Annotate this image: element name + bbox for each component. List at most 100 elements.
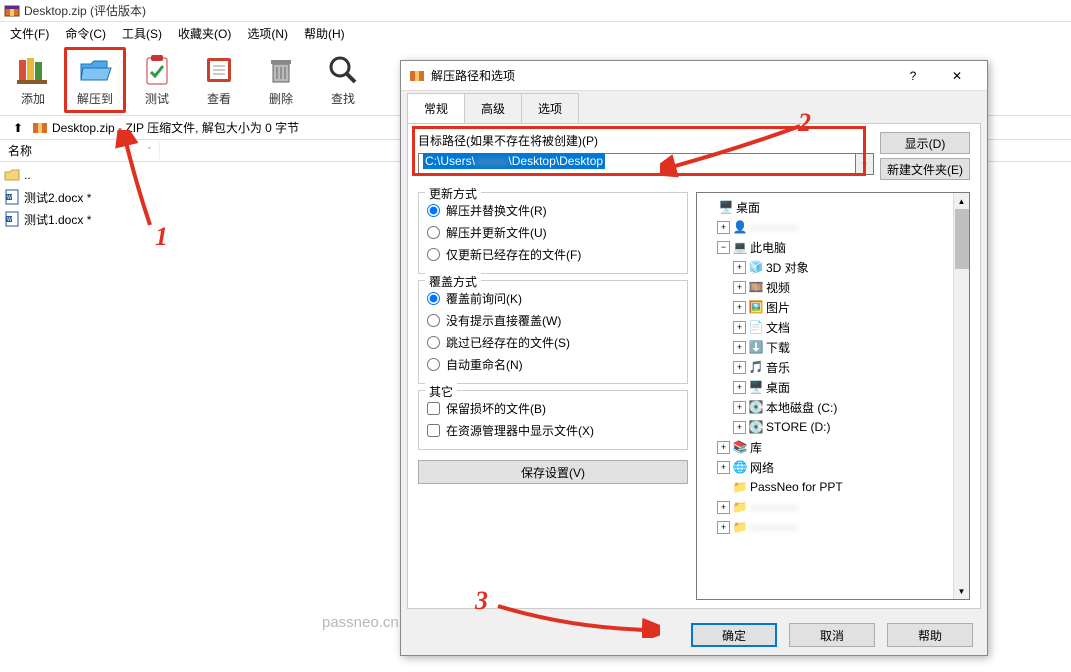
tool-find[interactable]: 查找 [312, 47, 374, 113]
tree-downloads[interactable]: +⬇️下载 [701, 337, 949, 357]
radio-ask-before[interactable]: 覆盖前询问(K) [427, 287, 679, 309]
expand-icon[interactable]: + [733, 261, 746, 274]
tool-test-label: 测试 [145, 90, 169, 107]
trash-icon [263, 52, 299, 88]
expand-icon[interactable]: + [717, 461, 730, 474]
check-show-explorer[interactable]: 在资源管理器中显示文件(X) [427, 419, 679, 441]
tree-network[interactable]: +🌐网络 [701, 457, 949, 477]
menu-fav[interactable]: 收藏夹(O) [172, 23, 237, 44]
document-icon: 📄 [748, 319, 764, 335]
expand-icon[interactable]: + [733, 341, 746, 354]
download-icon: ⬇️ [748, 339, 764, 355]
menu-file[interactable]: 文件(F) [4, 23, 55, 44]
tree-docs[interactable]: +📄文档 [701, 317, 949, 337]
show-button[interactable]: 显示(D) [880, 132, 970, 154]
expand-icon[interactable]: + [717, 521, 730, 534]
col-name-label: 名称 [8, 142, 32, 159]
tree-body[interactable]: 🖥️桌面 +👤———— −💻此电脑 +🧊3D 对象 +🎞️视频 +🖼️图片 +📄… [697, 193, 953, 599]
menu-tool[interactable]: 工具(S) [116, 23, 168, 44]
radio-extract-update[interactable]: 解压并更新文件(U) [427, 221, 679, 243]
library-icon: 📚 [732, 439, 748, 455]
expand-icon[interactable]: + [733, 361, 746, 374]
expand-icon[interactable]: + [717, 501, 730, 514]
path-dropdown-button[interactable]: ▾ [856, 153, 874, 175]
tool-extract-label: 解压到 [77, 90, 113, 107]
tree-pictures[interactable]: +🖼️图片 [701, 297, 949, 317]
tree-localc[interactable]: +💽本地磁盘 (C:) [701, 397, 949, 417]
col-name[interactable]: 名称 ˇ [0, 142, 160, 159]
tree-item-blur[interactable]: +📁———— [701, 517, 949, 537]
expand-icon[interactable]: + [717, 441, 730, 454]
help-button[interactable]: 帮助 [887, 623, 973, 647]
tree-3dobjects[interactable]: +🧊3D 对象 [701, 257, 949, 277]
dialog-footer: 确定 取消 帮助 [401, 615, 987, 655]
tree-music[interactable]: +🎵音乐 [701, 357, 949, 377]
radio-extract-replace[interactable]: 解压并替换文件(R) [427, 199, 679, 221]
tool-add[interactable]: 添加 [2, 47, 64, 113]
tool-add-label: 添加 [21, 90, 45, 107]
expand-icon[interactable]: + [733, 281, 746, 294]
tree-passneo[interactable]: 📁PassNeo for PPT [701, 477, 949, 497]
path-text: Desktop.zip - ZIP 压缩文件, 解包大小为 0 字节 [52, 119, 299, 136]
radio-skip-existing[interactable]: 跳过已经存在的文件(S) [427, 331, 679, 353]
tool-test[interactable]: 测试 [126, 47, 188, 113]
tool-extract[interactable]: 解压到 [64, 47, 126, 113]
window-title: Desktop.zip (评估版本) [24, 2, 146, 19]
tree-scrollbar[interactable]: ▲ ▼ [953, 193, 969, 599]
save-settings-button[interactable]: 保存设置(V) [418, 460, 688, 484]
ok-button[interactable]: 确定 [691, 623, 777, 647]
target-path-input[interactable]: C:\Users\aaaaa\Desktop\Desktop [418, 153, 856, 175]
expand-icon[interactable]: + [733, 421, 746, 434]
cube-icon: 🧊 [748, 259, 764, 275]
tab-row: 常规 高级 选项 [401, 91, 987, 123]
pc-icon: 💻 [732, 239, 748, 255]
close-button[interactable]: ✕ [935, 62, 979, 90]
archive-icon [32, 120, 48, 136]
file-name: .. [24, 168, 31, 182]
expand-icon[interactable]: + [733, 301, 746, 314]
menu-help[interactable]: 帮助(H) [298, 23, 351, 44]
collapse-icon[interactable]: − [717, 241, 730, 254]
tool-find-label: 查找 [331, 90, 355, 107]
tree-user[interactable]: +👤———— [701, 217, 949, 237]
cancel-button[interactable]: 取消 [789, 623, 875, 647]
dialog-title: 解压路径和选项 [431, 67, 891, 84]
tree-desktop2[interactable]: +🖥️桌面 [701, 377, 949, 397]
check-keep-broken[interactable]: 保留损坏的文件(B) [427, 397, 679, 419]
help-button[interactable]: ? [891, 62, 935, 90]
tree-thispc[interactable]: −💻此电脑 [701, 237, 949, 257]
expand-icon[interactable]: + [733, 381, 746, 394]
new-folder-button[interactable]: 新建文件夹(E) [880, 158, 970, 180]
radio-no-prompt[interactable]: 没有提示直接覆盖(W) [427, 309, 679, 331]
tab-options[interactable]: 选项 [521, 93, 579, 123]
tree-item-blur[interactable]: +📁———— [701, 497, 949, 517]
up-icon[interactable]: ⬆ [4, 121, 32, 135]
expand-icon[interactable]: + [717, 221, 730, 234]
music-icon: 🎵 [748, 359, 764, 375]
radio-update-existing[interactable]: 仅更新已经存在的文件(F) [427, 243, 679, 265]
tree-lib[interactable]: +📚库 [701, 437, 949, 457]
books-icon [15, 52, 51, 88]
tool-delete[interactable]: 删除 [250, 47, 312, 113]
scroll-down-icon[interactable]: ▼ [954, 583, 969, 599]
group-title: 覆盖方式 [425, 273, 481, 290]
tool-view[interactable]: 查看 [188, 47, 250, 113]
scroll-thumb[interactable] [955, 209, 969, 269]
folder-icon: 📁 [732, 479, 748, 495]
scroll-up-icon[interactable]: ▲ [954, 193, 969, 209]
expand-icon[interactable]: + [733, 321, 746, 334]
book-icon [201, 52, 237, 88]
radio-auto-rename[interactable]: 自动重命名(N) [427, 353, 679, 375]
tab-general[interactable]: 常规 [407, 93, 465, 123]
winrar-icon [409, 68, 425, 84]
tree-desktop[interactable]: 🖥️桌面 [701, 197, 949, 217]
tree-videos[interactable]: +🎞️视频 [701, 277, 949, 297]
group-title: 其它 [425, 383, 457, 400]
clipboard-check-icon [139, 52, 175, 88]
tab-advanced[interactable]: 高级 [464, 93, 522, 123]
tree-stored[interactable]: +💽STORE (D:) [701, 417, 949, 437]
target-path-label: 目标路径(如果不存在将被创建)(P) [418, 132, 874, 149]
menu-option[interactable]: 选项(N) [241, 23, 294, 44]
menu-command[interactable]: 命令(C) [59, 23, 112, 44]
expand-icon[interactable]: + [733, 401, 746, 414]
